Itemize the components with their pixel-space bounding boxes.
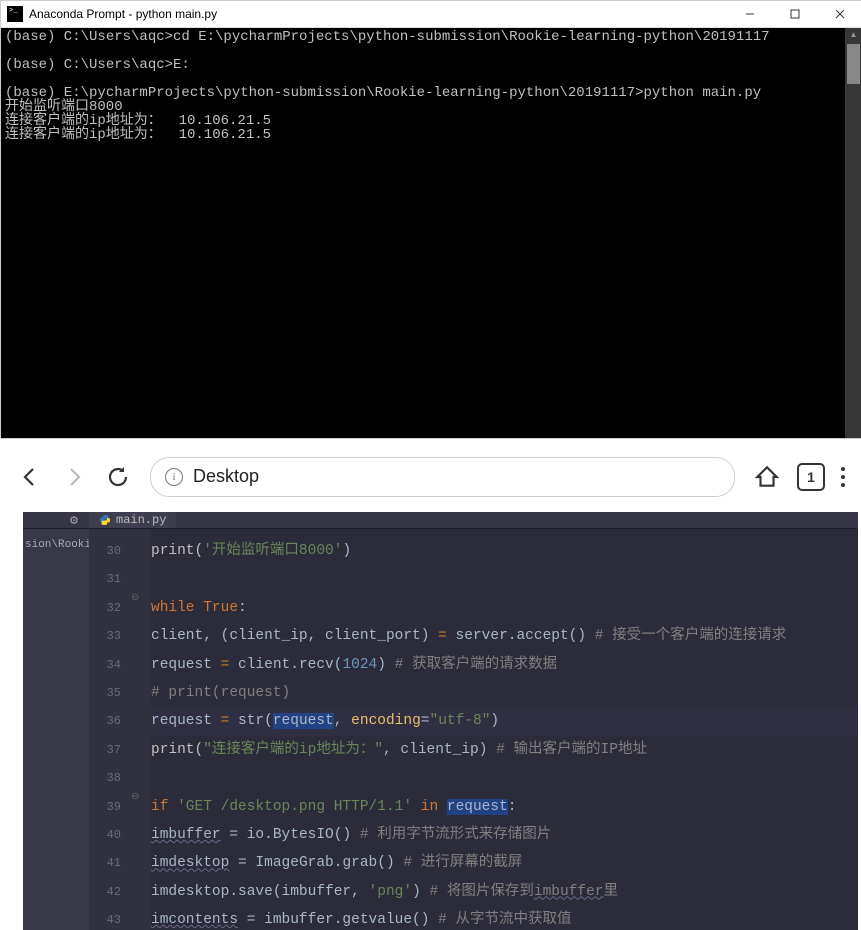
project-pane[interactable]: sion\Rookie bbox=[23, 529, 89, 930]
gear-icon[interactable]: ⚙ bbox=[69, 514, 81, 526]
fold-icon[interactable]: ⊖ bbox=[131, 791, 143, 803]
terminal-scrollbar[interactable]: ▲ bbox=[845, 28, 861, 438]
back-button[interactable] bbox=[16, 463, 44, 491]
code-line: # print(request) bbox=[151, 679, 858, 707]
scrollbar-thumb[interactable] bbox=[847, 44, 860, 84]
url-bar[interactable]: i Desktop bbox=[150, 457, 735, 497]
code-line: client, (client_ip, client_port) = serve… bbox=[151, 622, 858, 650]
minimize-button[interactable] bbox=[727, 1, 772, 27]
url-text: Desktop bbox=[193, 466, 259, 487]
line-gutter: 30 31 32 33 34 35 36 37 38 39 40 41 42 4… bbox=[89, 529, 127, 930]
code-line: print('开始监听端口8000') bbox=[151, 537, 858, 565]
browser-toolbar: i Desktop 1 bbox=[0, 453, 861, 500]
code-line: print("连接客户端的ip地址为：", client_ip) # 输出客户端… bbox=[151, 736, 858, 764]
terminal-window: Anaconda Prompt - python main.py (base) … bbox=[0, 0, 861, 439]
code-line: imcontents = imbuffer.getvalue() # 从字节流中… bbox=[151, 906, 858, 930]
maximize-button[interactable] bbox=[772, 1, 817, 27]
code-line bbox=[151, 764, 858, 792]
fold-gutter: ⊖ ⊖ bbox=[127, 529, 151, 930]
file-tab-label: main.py bbox=[116, 513, 166, 527]
window-controls bbox=[727, 1, 861, 27]
project-path-fragment: sion\Rookie bbox=[25, 539, 89, 551]
terminal-output[interactable]: (base) C:\Users\aqc>cd E:\pycharmProject… bbox=[1, 28, 845, 438]
menu-button[interactable] bbox=[841, 467, 845, 487]
scrollbar-up-icon[interactable]: ▲ bbox=[850, 28, 858, 42]
editor-tabbar: ⚙ main.py bbox=[23, 512, 858, 529]
code-line: if 'GET /desktop.png HTTP/1.1' in reques… bbox=[151, 793, 858, 821]
terminal-app-icon bbox=[7, 6, 23, 22]
home-button[interactable] bbox=[753, 463, 781, 491]
file-tab-mainpy[interactable]: main.py bbox=[89, 512, 176, 528]
close-button[interactable] bbox=[817, 1, 861, 27]
code-editor: ⚙ main.py sion\Rookie 30 31 32 33 34 35 … bbox=[23, 512, 858, 930]
tab-count-value: 1 bbox=[807, 469, 815, 485]
code-line: imdesktop.save(imbuffer, 'png') # 将图片保存到… bbox=[151, 878, 858, 906]
code-line: imbuffer = io.BytesIO() # 利用字节流形式来存储图片 bbox=[151, 821, 858, 849]
code-line: imdesktop = ImageGrab.grab() # 进行屏幕的截屏 bbox=[151, 849, 858, 877]
code-line: request = client.recv(1024) # 获取客户端的请求数据 bbox=[151, 651, 858, 679]
python-file-icon bbox=[99, 514, 111, 526]
code-line bbox=[151, 565, 858, 593]
reload-button[interactable] bbox=[104, 463, 132, 491]
tab-count-button[interactable]: 1 bbox=[797, 463, 825, 491]
fold-icon[interactable]: ⊖ bbox=[131, 592, 143, 604]
site-info-icon[interactable]: i bbox=[165, 468, 183, 486]
code-line: request = str(request, encoding="utf-8") bbox=[151, 707, 858, 735]
window-title: Anaconda Prompt - python main.py bbox=[29, 7, 217, 21]
titlebar[interactable]: Anaconda Prompt - python main.py bbox=[1, 1, 861, 28]
code-area[interactable]: print('开始监听端口8000') while True: client, … bbox=[151, 529, 858, 930]
code-line: while True: bbox=[151, 594, 858, 622]
forward-button[interactable] bbox=[60, 463, 88, 491]
